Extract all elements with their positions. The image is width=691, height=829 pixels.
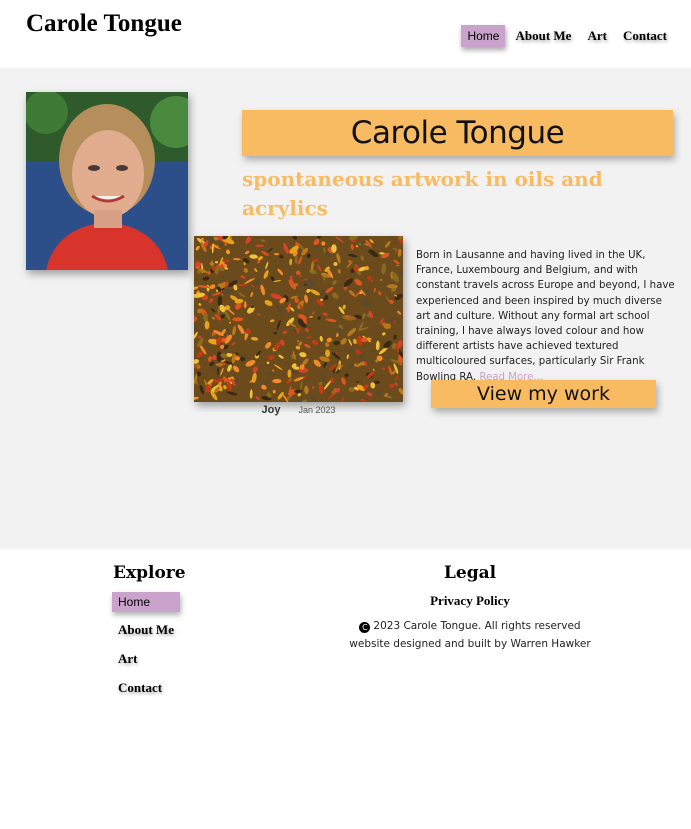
footer-link-home[interactable]: Home: [112, 592, 180, 612]
artwork-date: Jan 2023: [298, 405, 336, 415]
site-footer: Explore Home About Me Art Contact Legal …: [0, 549, 691, 829]
site-title[interactable]: Carole Tongue: [26, 10, 182, 38]
artwork-title: Joy: [261, 404, 281, 416]
bio-text: Born in Lausanne and having lived in the…: [416, 248, 676, 385]
footer-link-contact[interactable]: Contact: [112, 677, 192, 699]
nav-art[interactable]: Art: [581, 25, 613, 47]
footer-nav: Home About Me Art Contact: [112, 592, 192, 706]
privacy-policy-link[interactable]: Privacy Policy: [330, 593, 610, 609]
hero-name: Carole Tongue: [350, 115, 565, 151]
artist-portrait: [26, 92, 188, 270]
credit-text: website designed and built by Warren Haw…: [349, 638, 591, 650]
footer-link-art[interactable]: Art: [112, 648, 192, 670]
copyright-text: 2023 Carole Tongue. All rights reserved: [373, 620, 581, 632]
footer-link-about-me[interactable]: About Me: [112, 619, 192, 641]
nav-home[interactable]: Home: [461, 25, 506, 47]
main-nav: Home About Me Art Contact: [461, 25, 673, 47]
bio-paragraph: Born in Lausanne and having lived in the…: [416, 250, 675, 383]
copyright-icon: C: [359, 622, 371, 633]
view-my-work-button[interactable]: View my work: [431, 380, 656, 408]
main-content: Carole Tongue spontaneous artwork in oil…: [0, 68, 691, 549]
artwork-caption: Joy Jan 2023: [194, 404, 403, 416]
site-header: Carole Tongue Home About Me Art Contact: [0, 0, 691, 68]
tagline: spontaneous artwork in oils and acrylics: [242, 167, 603, 220]
featured-artwork-image[interactable]: [194, 236, 403, 402]
copyright-block: C 2023 Carole Tongue. All rights reserved…: [330, 617, 610, 653]
legal-heading: Legal: [443, 563, 497, 583]
hero-banner: Carole Tongue: [242, 110, 673, 156]
nav-about-me[interactable]: About Me: [509, 25, 577, 47]
explore-heading: Explore: [113, 563, 186, 583]
nav-contact[interactable]: Contact: [617, 25, 673, 47]
legal-section: Legal Privacy Policy C 2023 Carole Tongue…: [330, 563, 610, 653]
